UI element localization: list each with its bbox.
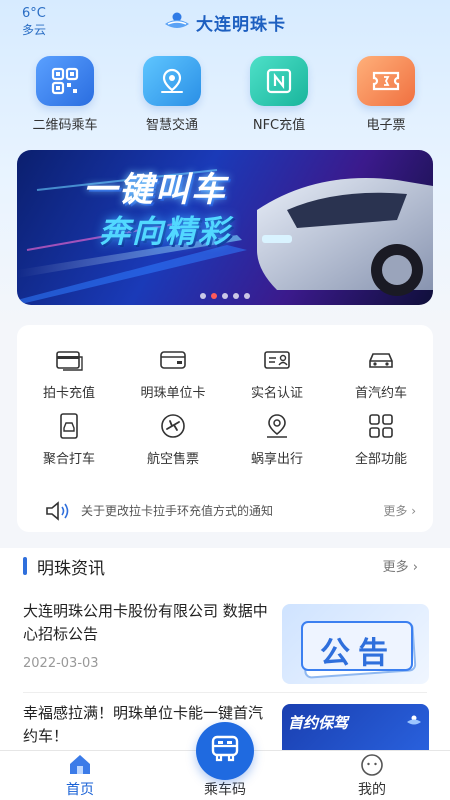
feature-label: 全部功能: [354, 452, 407, 467]
news-item-title: 大连明珠公用卡股份有限公司 数据中心招标公告: [23, 602, 268, 643]
grid-icon: [366, 413, 396, 439]
feature-unit-card[interactable]: 明珠单位卡: [121, 347, 225, 401]
feature-ride-hailing[interactable]: 聚合打车: [17, 413, 121, 467]
notice-more-label: 更多: [383, 504, 408, 518]
app-logo: 大连明珠卡: [0, 10, 450, 35]
profile-icon: [360, 753, 384, 781]
quick-action-qr-ride[interactable]: 二维码乘车: [15, 56, 115, 133]
header: 6°C 多云 大连明珠卡: [0, 0, 450, 50]
wallet-card-icon: [158, 347, 188, 373]
feature-card: 拍卡充值 明珠单位卡 实名认证 首汽约车 聚合打车 航空售票 蜗享出行 全部功能…: [17, 325, 433, 532]
feature-real-name-auth[interactable]: 实名认证: [225, 347, 329, 401]
tab-mine-label: 我的: [358, 782, 386, 798]
feature-label: 明珠单位卡: [140, 386, 206, 401]
qr-code-icon: [36, 56, 94, 106]
banner-headline: 一键叫车: [83, 170, 227, 210]
feature-label: 实名认证: [250, 386, 303, 401]
notice-more-link[interactable]: 更多 ›: [383, 502, 416, 519]
feature-label: 拍卡充值: [42, 386, 95, 401]
pagination-dot[interactable]: [200, 293, 206, 299]
airplane-icon: [158, 413, 188, 439]
tab-home-label: 首页: [66, 782, 94, 798]
id-card-icon: [262, 347, 292, 373]
news-section-header: 明珠资讯 更多 ›: [0, 548, 450, 584]
quick-action-smart-transit[interactable]: 智慧交通: [122, 56, 222, 133]
ride-code-fab[interactable]: [196, 722, 254, 780]
card-recharge-icon: [54, 347, 84, 373]
news-item[interactable]: 大连明珠公用卡股份有限公司 数据中心招标公告 2022-03-03 公告: [0, 584, 450, 684]
section-accent-bar: [23, 557, 27, 575]
taxi-phone-icon: [54, 413, 84, 439]
quick-action-label: 电子票: [366, 118, 406, 133]
tab-mine[interactable]: 我的: [312, 751, 432, 800]
tab-ride-code-label: 乘车码: [204, 782, 246, 798]
quick-action-label: NFC充值: [252, 118, 306, 133]
feature-shouqi-car[interactable]: 首汽约车: [329, 347, 433, 401]
quick-action-e-ticket[interactable]: 电子票: [336, 56, 436, 133]
app-title: 大连明珠卡: [196, 15, 286, 35]
ticket-icon: [357, 56, 415, 106]
thumbnail-text: 首约保驾: [288, 714, 349, 732]
news-divider: [23, 692, 427, 693]
news-item-thumbnail: 首约保驾: [282, 704, 429, 750]
nfc-icon: [250, 56, 308, 106]
news-more-link[interactable]: 更多 ›: [383, 556, 418, 575]
home-icon: [68, 753, 92, 779]
news-item-thumbnail: 公告: [282, 604, 429, 684]
notice-text: 关于更改拉卡拉手环充值方式的通知: [81, 504, 274, 518]
notice-bar[interactable]: 关于更改拉卡拉手环充值方式的通知 更多 ›: [17, 497, 433, 525]
banner-pagination: [17, 293, 433, 299]
feature-all-functions[interactable]: 全部功能: [329, 413, 433, 467]
feature-label: 聚合打车: [42, 452, 95, 467]
pagination-dot-active[interactable]: [211, 293, 217, 299]
thumbnail-logo-icon: [407, 710, 421, 729]
feature-woxiang-travel[interactable]: 蜗享出行: [225, 413, 329, 467]
thumbnail-text: 公告: [320, 636, 396, 671]
chevron-right-icon: ›: [412, 560, 418, 575]
news-section-title: 明珠资讯: [37, 559, 105, 579]
pagination-dot[interactable]: [222, 293, 228, 299]
feature-label: 蜗享出行: [250, 452, 303, 467]
logo-icon: [164, 11, 190, 35]
chevron-right-icon: ›: [411, 504, 416, 518]
feature-card-recharge[interactable]: 拍卡充值: [17, 347, 121, 401]
quick-action-label: 智慧交通: [145, 118, 198, 133]
map-pin-icon: [262, 413, 292, 439]
news-item-date: 2022-03-03: [23, 656, 99, 671]
quick-action-label: 二维码乘车: [32, 118, 98, 133]
feature-air-tickets[interactable]: 航空售票: [121, 413, 225, 467]
news-more-label: 更多: [382, 560, 409, 575]
tab-home[interactable]: 首页: [20, 751, 140, 800]
car-icon: [366, 347, 396, 373]
quick-action-nfc-recharge[interactable]: NFC充值: [229, 56, 329, 133]
location-pin-icon: [143, 56, 201, 106]
feature-label: 航空售票: [146, 452, 199, 467]
bus-qr-icon: [209, 733, 241, 769]
promo-banner[interactable]: 一键叫车 奔向精彩: [17, 150, 433, 305]
pagination-dot[interactable]: [233, 293, 239, 299]
banner-subheadline: 奔向精彩: [99, 214, 231, 250]
feature-label: 首汽约车: [354, 386, 407, 401]
pagination-dot[interactable]: [244, 293, 250, 299]
quick-actions: 二维码乘车 智慧交通 NFC充值 电子票: [0, 56, 450, 136]
speaker-icon: [44, 501, 70, 525]
